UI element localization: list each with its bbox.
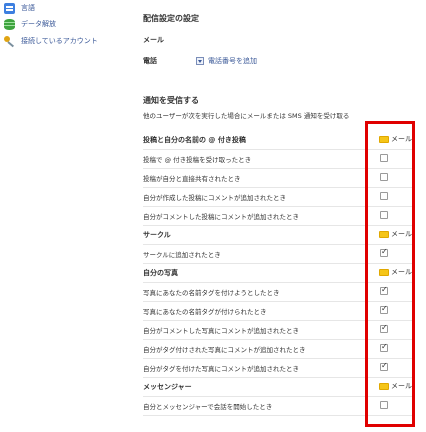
envelope-icon	[379, 268, 389, 276]
group-row-photos: 自分の写真 メール	[143, 263, 413, 283]
mail-checkbox[interactable]	[380, 401, 388, 409]
row-label: 自分がタグを付けた写真にコメントが追加されたとき	[143, 364, 299, 373]
dropdown-arrow-icon	[196, 57, 204, 65]
mail-label: メール	[391, 230, 412, 238]
group-row-circles: サークル メール	[143, 225, 413, 245]
row-label: 自分がコメントした写真にコメントが追加されたとき	[143, 326, 299, 335]
table-row: 自分が作成した投稿にコメントが追加されたとき	[143, 187, 413, 207]
mail-checkbox[interactable]	[380, 304, 388, 314]
mail-checkbox[interactable]	[380, 285, 388, 295]
key-icon	[4, 35, 15, 47]
add-phone-number-label: 電話番号を追加	[208, 57, 257, 65]
database-icon	[4, 18, 15, 30]
mail-column-header: メール	[379, 267, 412, 277]
language-icon	[4, 2, 15, 14]
mail-column-header: メール	[379, 229, 412, 239]
mail-label: メール	[391, 382, 412, 390]
sidebar-item-label: 接続しているアカウント	[21, 37, 98, 45]
row-label: 投稿が自分と直接共有されたとき	[143, 174, 241, 183]
group-title: 自分の写真	[143, 268, 178, 277]
group-row-posts: 投稿と自分の名前の @ 付き投稿 メール	[143, 130, 413, 150]
row-label: 写真にあなたの名前タグを付けようとしたとき	[143, 288, 280, 297]
sidebar-item-label: 言語	[21, 4, 35, 12]
row-label: 自分がタグ付けされた写真にコメントが追加されたとき	[143, 345, 306, 354]
group-title: サークル	[143, 230, 171, 239]
table-row: 自分がコメントした写真にコメントが追加されたとき	[143, 320, 413, 340]
row-label: 自分が作成した投稿にコメントが追加されたとき	[143, 193, 286, 202]
mail-column-header: メール	[379, 381, 412, 391]
mail-checkbox[interactable]	[380, 192, 388, 200]
mail-checkbox[interactable]	[380, 154, 388, 162]
mail-checkbox[interactable]	[380, 247, 388, 257]
sidebar-item-connected-accounts[interactable]: 接続しているアカウント	[4, 34, 98, 48]
table-row: 自分がタグ付けされた写真にコメントが追加されたとき	[143, 339, 413, 359]
mail-checkbox[interactable]	[380, 361, 388, 371]
sidebar-item-language[interactable]: 言語	[4, 1, 35, 15]
row-label: 投稿で @ 付き投稿を受け取ったとき	[143, 155, 252, 164]
envelope-icon	[379, 382, 389, 390]
table-row: 写真にあなたの名前タグを付けようとしたとき	[143, 282, 413, 302]
row-label: サークルに追加されたとき	[143, 250, 221, 259]
table-row: 自分がタグを付けた写真にコメントが追加されたとき	[143, 358, 413, 378]
mail-column-header: メール	[379, 134, 412, 144]
row-label: 自分がコメントした投稿にコメントが追加されたとき	[143, 212, 299, 221]
delivery-settings-title: 配信設定の設定	[143, 14, 199, 23]
receive-notifications-title: 通知を受信する	[143, 96, 199, 105]
mail-label: メール	[391, 135, 412, 143]
row-label: 写真にあなたの名前タグが付けられたとき	[143, 307, 267, 316]
add-phone-number-link[interactable]: 電話番号を追加	[196, 56, 257, 66]
sidebar-item-data-liberation[interactable]: データ解放	[4, 17, 56, 31]
group-title: メッセンジャー	[143, 382, 192, 391]
mail-checkbox[interactable]	[380, 173, 388, 181]
row-label: 自分とメッセンジャーで会話を開始したとき	[143, 402, 273, 411]
envelope-icon	[379, 135, 389, 143]
table-row: 写真にあなたの名前タグが付けられたとき	[143, 301, 413, 321]
group-title: 投稿と自分の名前の @ 付き投稿	[143, 135, 246, 144]
mail-checkbox[interactable]	[380, 342, 388, 352]
table-row: 自分とメッセンジャーで会話を開始したとき	[143, 396, 413, 416]
sidebar-item-label: データ解放	[21, 20, 56, 28]
email-label: メール	[143, 36, 164, 44]
mail-checkbox[interactable]	[380, 211, 388, 219]
table-row: 自分がコメントした投稿にコメントが追加されたとき	[143, 206, 413, 226]
table-row: サークルに追加されたとき	[143, 244, 413, 264]
group-row-messenger: メッセンジャー メール	[143, 377, 413, 397]
notifications-description: 他のユーザーが次を実行した場合にメールまたは SMS 通知を受け取る	[143, 112, 350, 120]
envelope-icon	[379, 230, 389, 238]
phone-label: 電話	[143, 57, 157, 65]
table-row: 投稿が自分と直接共有されたとき	[143, 168, 413, 188]
mail-checkbox[interactable]	[380, 323, 388, 333]
mail-label: メール	[391, 268, 412, 276]
table-row: 投稿で @ 付き投稿を受け取ったとき	[143, 149, 413, 169]
